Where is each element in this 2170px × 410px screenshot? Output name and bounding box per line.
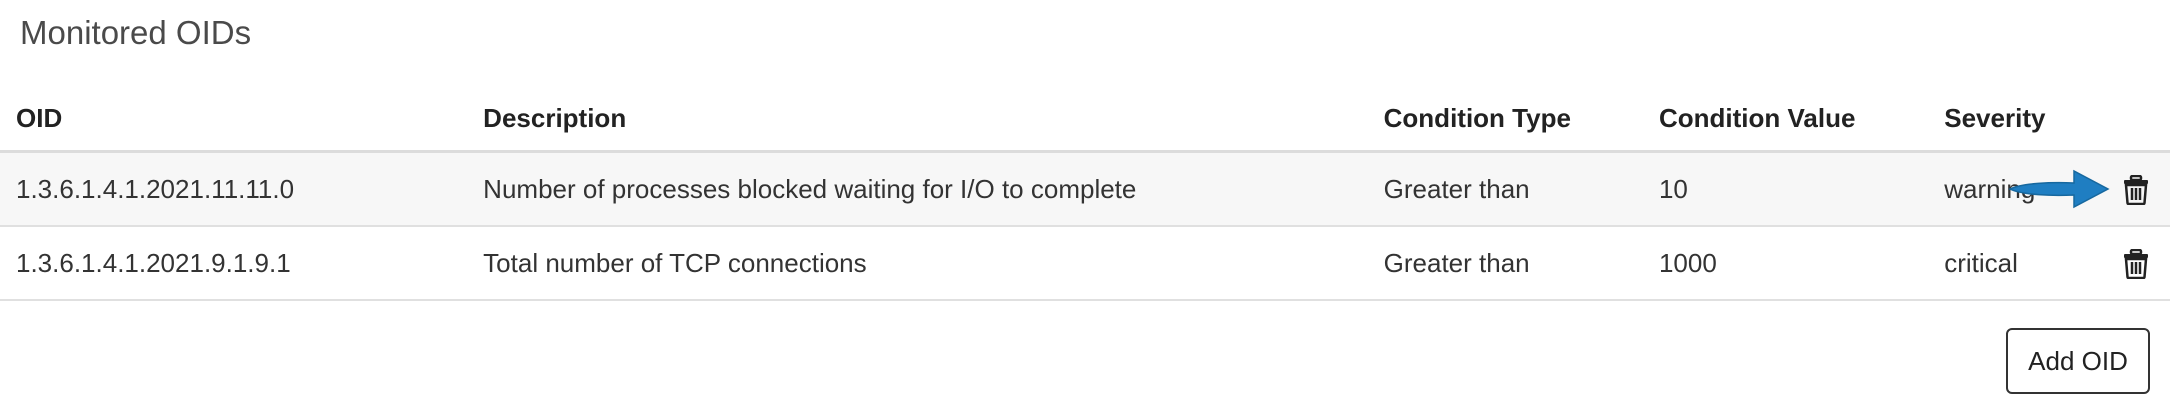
cell-description: Total number of TCP connections: [467, 226, 1368, 301]
cell-description: Number of processes blocked waiting for …: [467, 151, 1368, 227]
header-condition-type: Condition Type: [1367, 86, 1643, 153]
header-actions: [2064, 86, 2170, 153]
header-condition-value: Condition Value: [1642, 86, 1929, 153]
trash-icon[interactable]: [2122, 175, 2150, 206]
cell-actions: [2008, 151, 2170, 227]
header-description: Description: [467, 86, 1368, 153]
table-header: OID Description Condition Type Condition…: [0, 86, 2170, 153]
cell-oid: 1.3.6.1.4.1.2021.9.1.9.1: [0, 226, 468, 301]
monitored-oids-panel: Monitored OIDs OID Description Condition…: [0, 0, 2170, 410]
cell-actions: [2064, 226, 2170, 301]
table-body: 1.3.6.1.4.1.2021.11.11.0 Number of proce…: [0, 151, 2170, 301]
cell-condition-type: Greater than: [1367, 226, 1643, 301]
add-oid-button[interactable]: Add OID: [2006, 328, 2150, 394]
cell-severity: warning: [1928, 151, 2065, 227]
table-row: 1.3.6.1.4.1.2021.9.1.9.1 Total number of…: [0, 226, 2170, 301]
cell-condition-value: 10: [1642, 151, 1929, 227]
header-row: OID Description Condition Type Condition…: [0, 86, 2170, 153]
cell-severity: critical: [1928, 226, 2065, 301]
header-severity: Severity: [1928, 86, 2065, 153]
header-oid: OID: [0, 86, 468, 153]
table-row: 1.3.6.1.4.1.2021.11.11.0 Number of proce…: [0, 151, 2170, 227]
oid-table: OID Description Condition Type Condition…: [0, 86, 2170, 301]
trash-icon[interactable]: [2122, 249, 2150, 280]
cell-condition-value: 1000: [1642, 226, 1929, 301]
cell-oid: 1.3.6.1.4.1.2021.11.11.0: [0, 151, 468, 227]
cell-condition-type: Greater than: [1367, 151, 1643, 227]
section-title: Monitored OIDs: [20, 14, 252, 51]
